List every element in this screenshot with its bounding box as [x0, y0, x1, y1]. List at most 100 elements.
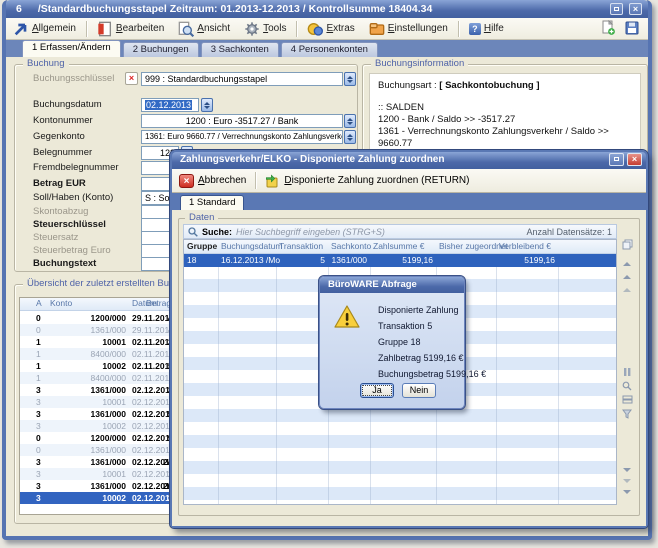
zuordnen-button[interactable]: Disponierte Zahlung zuordnen (RETURN) [258, 172, 476, 190]
filter-icon[interactable] [620, 409, 634, 420]
dialog-tabrow: 1 Standard [172, 193, 646, 210]
col-transaktion: Transaktion [276, 240, 328, 253]
tab-erfassen-aendern[interactable]: 1 Erfassen/Ändern [22, 40, 121, 57]
msg-line-5: Buchungsbetrag 5199,16 € [378, 369, 486, 379]
salden-header: :: SALDEN [378, 102, 632, 114]
soll-haben-label: Soll/Haben (Konto) [33, 192, 145, 203]
msgbox-titlebar[interactable]: BüroWARE Abfrage [320, 277, 464, 293]
kontonummer-spinner[interactable] [344, 114, 356, 128]
buchungsinformation-group-title: Buchungsinformation [371, 58, 468, 69]
assign-icon [265, 174, 280, 188]
msg-line-3: Gruppe 18 [378, 337, 421, 347]
main-window: 6 /Standardbuchungsstapel Zeitraum: 01.2… [2, 0, 652, 540]
gegenkonto-spinner[interactable] [344, 130, 356, 144]
gegenkonto-label: Gegenkonto [33, 131, 145, 142]
menu-hilfe[interactable]: ? Hilfe [463, 21, 510, 37]
arrow-up-right-icon [13, 21, 29, 37]
steuersatz-label: Steuersatz [33, 232, 145, 243]
close-button[interactable]: × [629, 3, 642, 15]
search-bar[interactable]: Suche: Hier Suchbegriff eingeben (STRG+S… [183, 224, 617, 239]
gegenkonto-field[interactable]: 1361: Euro 9660.77 / Verrechnungskonto Z… [141, 130, 343, 144]
col-gruppe: Gruppe [184, 240, 218, 253]
scroll-to-top-icon[interactable] [620, 253, 634, 264]
menubar: Allgemein Bearbeiten Ansicht Tools Extra… [6, 18, 648, 40]
main-titlebar[interactable]: 6 /Standardbuchungsstapel Zeitraum: 01.2… [6, 0, 648, 18]
help-icon: ? [469, 23, 481, 35]
buchungsart-prefix: Buchungsart : [378, 80, 439, 91]
betrag-eur-label: Betrag EUR [33, 178, 145, 189]
buchungsdatum-field[interactable]: 02.12.2013 [141, 98, 199, 112]
kontonummer-label: Kontonummer [33, 115, 145, 126]
restore-button[interactable] [610, 3, 623, 15]
menu-separator [296, 21, 297, 37]
gear-icon [244, 21, 260, 37]
scroll-up-icon[interactable] [620, 266, 634, 277]
tabstrip: 1 Erfassen/Ändern 2 Buchungen 3 Sachkont… [6, 40, 648, 57]
records-icon[interactable] [620, 395, 634, 406]
tab-sachkonten[interactable]: 3 Sachkonten [201, 42, 279, 57]
saldo-line-1200: 1200 - Bank / Saldo >> -3517.27 [378, 114, 632, 126]
extras-icon [307, 21, 323, 37]
search-icon [188, 227, 198, 237]
buchungsschluessel-field[interactable]: 999 : Standardbuchungsstapel [141, 72, 343, 86]
window-number: 6 [16, 3, 22, 15]
belegnummer-label: Belegnummer [33, 147, 145, 158]
copy-grid-icon[interactable] [620, 239, 634, 250]
dialog-table-header: Gruppe Buchungsdatum Transaktion Sachkon… [184, 240, 616, 254]
menu-bearbeiten[interactable]: Bearbeiten [91, 19, 170, 39]
search-label: Suche: [202, 227, 232, 237]
col-konto: Konto [50, 298, 72, 308]
dialog-maximize-button[interactable] [609, 153, 624, 166]
toolbar-separator [255, 172, 256, 189]
menu-allgemein[interactable]: Allgemein [7, 19, 82, 39]
new-document-icon[interactable] [600, 20, 616, 36]
cancel-x-icon: × [179, 174, 194, 188]
buchungsart-value: [ Sachkontobuchung ] [439, 80, 539, 91]
tab-personenkonten[interactable]: 4 Personenkonten [281, 42, 378, 57]
settings-folder-icon [369, 21, 385, 37]
menu-separator [86, 21, 87, 37]
col-verbleibend: Verbleibend € [496, 240, 558, 253]
nein-button[interactable]: Nein [402, 383, 436, 398]
payment-row-selected[interactable]: 18 16.12.2013 /Mo 5 1361/000 5199,16 519… [184, 254, 616, 267]
dialog-titlebar[interactable]: Zahlungsverkehr/ELKO - Disponierte Zahlu… [172, 152, 646, 169]
save-icon[interactable] [624, 20, 640, 36]
buchung-group-title: Buchung [23, 58, 69, 69]
bueroware-abfrage-msgbox: BüroWARE Abfrage Disponierte Zahlung Tra… [319, 276, 465, 409]
search-placeholder: Hier Suchbegriff eingeben (STRG+S) [236, 227, 385, 237]
restore-icon [614, 7, 619, 11]
col-a: A [36, 298, 42, 308]
msg-line-1: Disponierte Zahlung [378, 305, 459, 315]
tab-buchungen[interactable]: 2 Buchungen [123, 42, 199, 57]
steuerbetrag-euro-label: Steuerbetrag Euro [33, 245, 145, 256]
menu-separator [458, 21, 459, 37]
menu-ansicht[interactable]: Ansicht [172, 19, 236, 39]
menu-tools[interactable]: Tools [238, 19, 292, 39]
zoom-icon[interactable] [620, 381, 634, 392]
msg-line-4: Zahlbetrag 5199,16 € [378, 353, 464, 363]
scroll-to-bottom-icon[interactable] [620, 494, 634, 505]
edit-document-icon [97, 21, 113, 37]
col-zahlsumme: Zahlsumme € [370, 240, 436, 253]
kontonummer-field[interactable]: 1200 : Euro -3517.27 / Bank [141, 114, 343, 128]
buchungsschluessel-spinner[interactable] [344, 72, 356, 86]
msg-line-2: Transaktion 5 [378, 321, 432, 331]
menu-einstellungen[interactable]: Einstellungen [363, 19, 454, 39]
buchungsdatum-label: Buchungsdatum [33, 99, 145, 110]
page-up-icon[interactable] [620, 279, 634, 290]
tab-standard[interactable]: 1 Standard [180, 195, 244, 210]
abbrechen-button[interactable]: × Abbrechen [172, 172, 253, 190]
menu-extras[interactable]: Extras [301, 19, 360, 39]
record-count: Anzahl Datensätze: 1 [526, 227, 612, 237]
saldo-line-1361: 1361 - Verrechnungskonto Zahlungsverkehr… [378, 126, 632, 150]
buchungstext-label: Buchungstext [33, 258, 145, 269]
skontoabzug-label: Skontoabzug [33, 206, 145, 217]
clear-icon[interactable]: × [125, 72, 138, 85]
buchungsdatum-spinner[interactable] [201, 98, 213, 112]
ja-button[interactable]: Ja [360, 383, 394, 398]
col-sachkonto: Sachkonto [328, 240, 370, 253]
dialog-close-button[interactable]: × [627, 153, 642, 166]
columns-icon[interactable] [620, 367, 634, 378]
table-nav-strip [619, 239, 636, 505]
dialog-toolbar: × Abbrechen Disponierte Zahlung zuordnen… [172, 169, 646, 193]
